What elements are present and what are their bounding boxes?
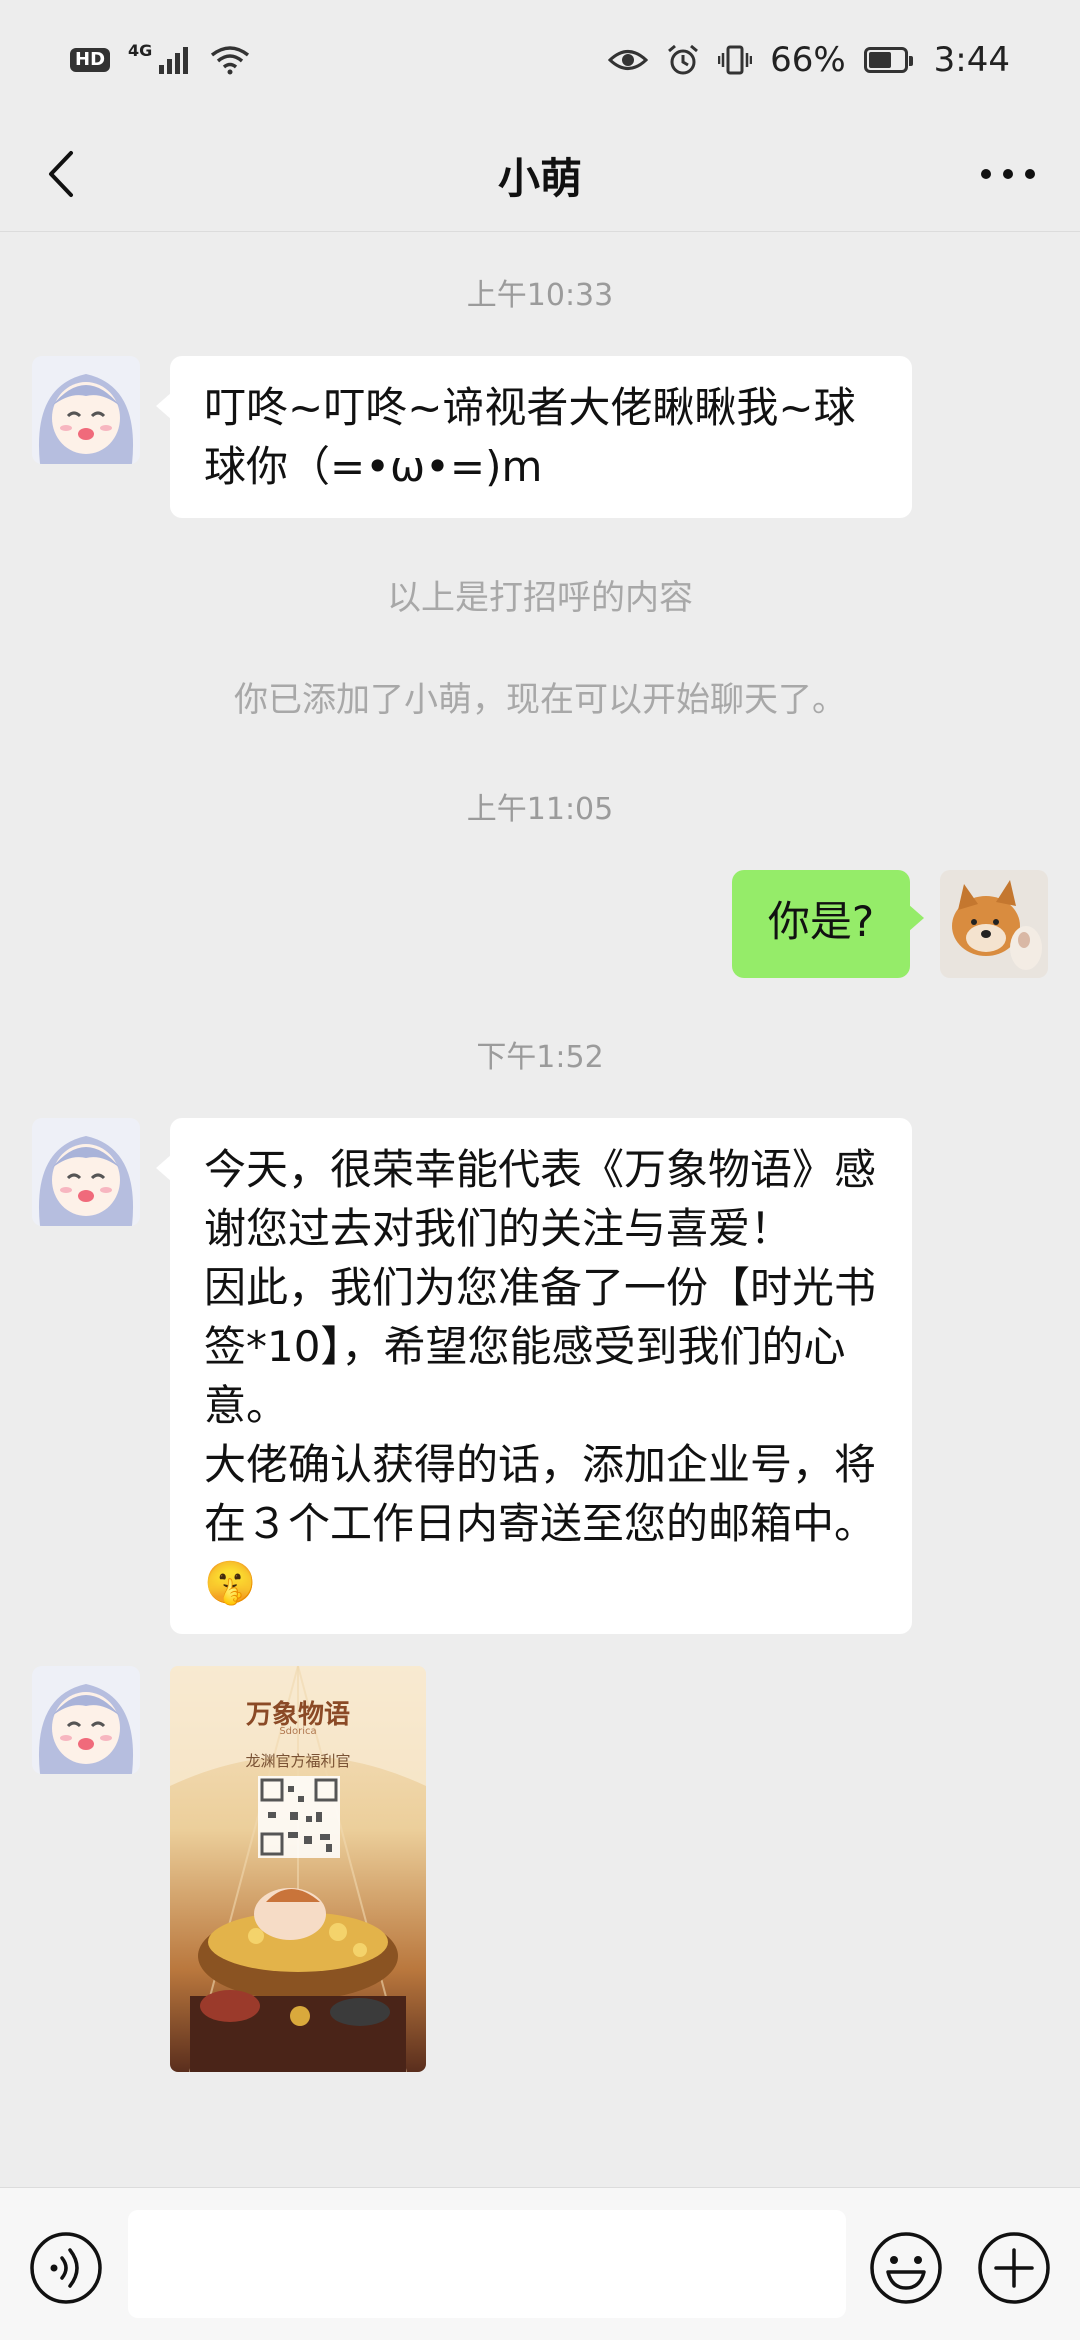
chat-header: 小萌	[0, 120, 1080, 232]
status-left: HD 4G	[70, 41, 250, 75]
my-avatar[interactable]	[940, 870, 1048, 978]
battery-percent: 66%	[770, 40, 846, 80]
alarm-icon	[668, 44, 699, 75]
voice-button[interactable]	[28, 2230, 104, 2306]
contact-avatar[interactable]	[32, 356, 140, 464]
plus-button[interactable]	[976, 2230, 1052, 2306]
contact-avatar[interactable]	[32, 1118, 140, 1226]
timestamp: 上午10:33	[466, 278, 614, 313]
network-type: 4G	[128, 40, 153, 60]
contact-avatar[interactable]	[32, 1666, 140, 1774]
battery-fill	[868, 52, 891, 68]
emoji-icon	[870, 2232, 942, 2304]
message-input[interactable]	[128, 2210, 846, 2318]
clock-time: 3:44	[933, 40, 1010, 80]
message-bubble-greeting[interactable]: 叮咚~叮咚~谛视者大佬瞅瞅我~球球你（=•ω•=)m	[156, 356, 912, 518]
system-message-friend-added: 你已添加了小萌，现在可以开始聊天了。	[234, 680, 846, 720]
hd-badge: HD	[70, 48, 111, 72]
status-right: 66% 3:44	[608, 40, 1010, 80]
back-button[interactable]	[30, 142, 94, 206]
status-bar: HD 4G 66% 3:44	[0, 0, 1080, 120]
more-dots-icon	[981, 169, 1035, 179]
anime-girl-avatar-image	[32, 356, 140, 464]
chevron-left-icon	[49, 151, 73, 197]
anime-girl-avatar-image	[32, 1118, 140, 1226]
plus-icon	[978, 2232, 1050, 2304]
eye-icon	[608, 50, 649, 70]
chat-area[interactable]: 上午10:33 叮咚~叮咚~谛视者大佬瞅瞅我~球球你（=•ω•=)m 以上是打招…	[0, 232, 1080, 2187]
image-message-qr-poster[interactable]: 万象物语 Sdorica 龙渊官方福利官	[170, 1666, 426, 2072]
more-button[interactable]	[960, 142, 1056, 206]
poster-brand-subtitle: Sdorica	[279, 1726, 317, 1737]
battery-icon	[863, 47, 913, 73]
wifi-icon	[211, 46, 250, 75]
message-bubble-mine[interactable]: 你是?	[732, 870, 924, 978]
voice-icon	[30, 2232, 102, 2304]
qr-code	[258, 1776, 340, 1858]
emoji-button[interactable]	[868, 2230, 944, 2306]
system-message-greeting-note: 以上是打招呼的内容	[387, 578, 693, 618]
timestamp: 下午1:52	[476, 1040, 604, 1075]
signal-icon	[159, 47, 189, 74]
anime-girl-avatar-image	[32, 1666, 140, 1774]
input-bar	[0, 2187, 1080, 2340]
poster-caption: 龙渊官方福利官	[245, 1752, 351, 1770]
timestamp: 上午11:05	[466, 792, 614, 827]
dog-avatar-image	[940, 870, 1048, 978]
vibrate-icon	[718, 45, 753, 75]
chat-title: 小萌	[497, 154, 582, 203]
message-bubble-promo[interactable]: 今天，很荣幸能代表《万象物语》感谢您过去对我们的关注与喜爱！ 因此，我们为您准备…	[156, 1118, 912, 1634]
